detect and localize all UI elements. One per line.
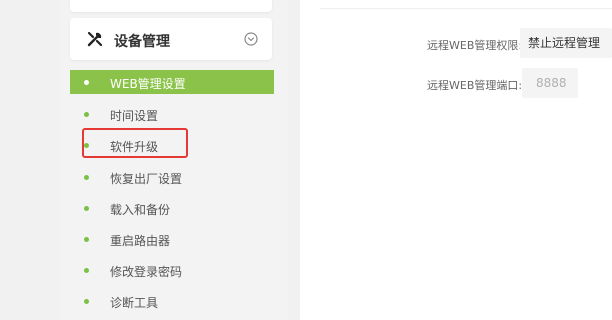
sidebar-item-label: 重启路由器: [110, 234, 171, 248]
device-management-header[interactable]: 设备管理: [70, 18, 272, 60]
sidebar-item-label: WEB管理设置: [110, 77, 186, 91]
bullet-icon: [84, 206, 89, 211]
sidebar-item-factory-reset[interactable]: 恢复出厂设置: [70, 165, 274, 189]
sidebar-item-web-management[interactable]: WEB管理设置: [70, 70, 274, 94]
tools-icon: [87, 31, 103, 47]
sidebar-item-reboot-router[interactable]: 重启路由器: [70, 227, 274, 251]
bullet-icon: [84, 268, 89, 273]
previous-section-card[interactable]: [70, 0, 272, 12]
sidebar-item-label: 时间设置: [110, 109, 159, 123]
sidebar-item-label: 载入和备份: [110, 203, 171, 217]
remote-port-input[interactable]: 8888: [522, 68, 578, 98]
highlight-box: [82, 128, 188, 158]
bullet-icon: [84, 112, 89, 117]
sidebar: 设备管理 WEB管理设置 时间设置 软件升级 恢复出厂设置 载入和备份 重启路由…: [60, 0, 288, 320]
remote-permission-select[interactable]: 禁止远程管理: [520, 28, 612, 58]
sidebar-item-label: 恢复出厂设置: [110, 172, 183, 186]
chevron-circle-icon[interactable]: [244, 32, 258, 46]
sidebar-item-change-password[interactable]: 修改登录密码: [70, 258, 274, 282]
sidebar-item-label: 修改登录密码: [110, 265, 183, 279]
main-panel: 远程WEB管理权限: 禁止远程管理 远程WEB管理端口: 8888: [300, 0, 612, 320]
remote-port-label: 远程WEB管理端口:: [427, 79, 523, 92]
remote-permission-label: 远程WEB管理权限:: [427, 39, 523, 52]
bullet-icon: [84, 237, 89, 242]
divider: [320, 8, 612, 9]
sidebar-item-import-backup[interactable]: 载入和备份: [70, 196, 274, 220]
section-title: 设备管理: [114, 34, 170, 50]
bullet-icon: [84, 80, 89, 85]
sidebar-item-time-settings[interactable]: 时间设置: [70, 102, 274, 126]
sidebar-item-diagnostic-tools[interactable]: 诊断工具: [70, 289, 274, 313]
sidebar-item-label: 诊断工具: [110, 296, 159, 310]
bullet-icon: [84, 299, 89, 304]
bullet-icon: [84, 175, 89, 180]
